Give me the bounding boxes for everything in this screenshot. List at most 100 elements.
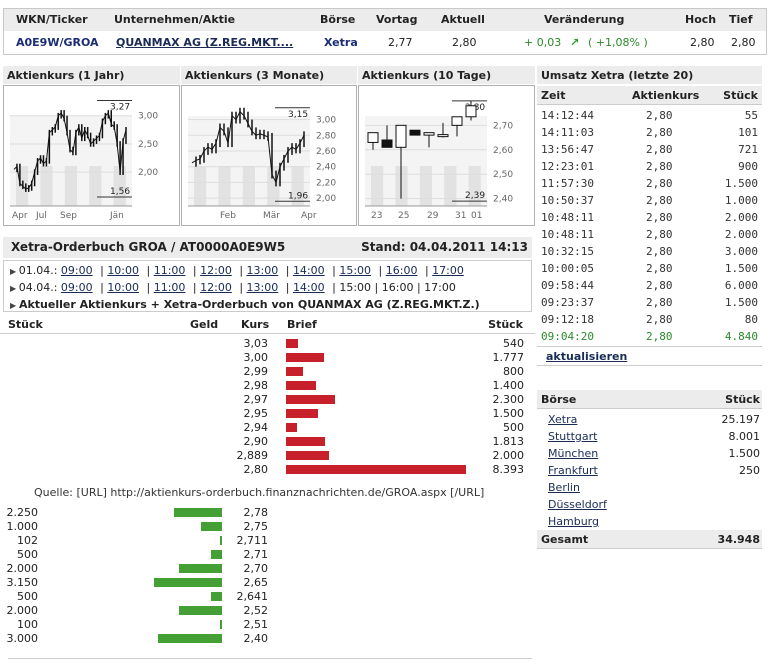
divider (8, 658, 532, 659)
arrow-up-right-icon: ↗ (570, 36, 580, 49)
trade-time: 09:58:44 (541, 279, 594, 292)
trade-qty: 4.840 (724, 330, 758, 343)
col-high: Hoch (685, 13, 717, 26)
bid-price: 2,51 (243, 618, 269, 631)
trade-row: 09:58:44 2,80 6.000 (537, 277, 762, 294)
trade-row: 10:48:11 2,80 2.000 (537, 226, 762, 243)
trade-time: 13:56:47 (541, 143, 594, 156)
exchange-row: Düsseldorf (537, 496, 762, 513)
trade-time: 10:00:05 (541, 262, 594, 275)
orderbook-source: Quelle: [URL] http://aktienkurs-orderbuc… (34, 486, 485, 499)
trade-time: 11:57:30 (541, 177, 594, 190)
ask-bar (286, 339, 298, 348)
trade-row: 12:23:01 2,80 900 (537, 158, 762, 175)
trade-price: 2,80 (646, 245, 673, 258)
ask-price: 2,94 (243, 421, 269, 434)
ask-price: 2,97 (243, 393, 269, 406)
exchange-qty: 25.197 (721, 413, 761, 426)
ask-qty: 1.777 (492, 351, 525, 364)
ask-price: 2,95 (243, 407, 269, 420)
trade-row: 10:50:37 2,80 1.000 (537, 192, 762, 209)
bid-price: 2,78 (243, 506, 269, 519)
trade-time: 14:11:03 (541, 126, 594, 139)
trade-price: 2,80 (646, 228, 673, 241)
ask-bar (286, 465, 466, 474)
bid-row: 100 2,51 (0, 618, 535, 632)
exchange-qty: 1.500 (728, 447, 761, 460)
trade-time: 09:23:37 (541, 296, 594, 309)
ask-qty: 2.000 (492, 449, 525, 462)
exchange-link[interactable]: Hamburg (548, 515, 599, 528)
trade-time: 14:12:44 (541, 109, 594, 122)
exchange-link[interactable]: Frankfurt (548, 464, 598, 477)
bid-qty: 3.150 (6, 576, 39, 589)
exchange-link[interactable]: Düsseldorf (548, 498, 607, 511)
ask-price: 2,98 (243, 379, 269, 392)
ask-price: 3,03 (243, 337, 269, 350)
trade-qty: 80 (744, 313, 758, 326)
trade-qty: 3.000 (724, 245, 758, 258)
bid-price: 2,641 (236, 590, 269, 603)
bid-price: 2,71 (243, 548, 269, 561)
refresh-link[interactable]: aktualisieren (546, 350, 627, 363)
col-qty: Stück (725, 393, 760, 406)
trade-price: 2,80 (646, 211, 673, 224)
trade-price: 2,80 (646, 313, 673, 326)
trade-time: 10:48:11 (541, 228, 594, 241)
trade-row: 10:32:15 2,80 3.000 (537, 243, 762, 260)
bid-price: 2,52 (243, 604, 269, 617)
bid-bar (219, 620, 222, 629)
bid-row: 3.150 2,65 (0, 576, 535, 590)
refresh-row: aktualisieren (537, 346, 762, 366)
trade-time: 10:32:15 (541, 245, 594, 258)
exchange-qty: 8.001 (728, 430, 761, 443)
bid-qty: 1.000 (6, 520, 39, 533)
ask-row: 2,99 800 (0, 365, 535, 379)
bid-row: 102 2,711 (0, 534, 535, 548)
bid-qty: 3.000 (6, 632, 39, 645)
trade-price: 2,80 (646, 143, 673, 156)
trade-row: 09:23:37 2,80 1.500 (537, 294, 762, 311)
ask-bar (286, 409, 319, 418)
bid-bar (154, 578, 222, 587)
bid-bar (219, 536, 222, 545)
exchange-link[interactable]: Xetra (548, 413, 577, 426)
exchange-link[interactable]: Stuttgart (548, 430, 597, 443)
bid-qty: 500 (17, 590, 38, 603)
bid-price: 2,70 (243, 562, 269, 575)
ask-qty: 1.813 (492, 435, 525, 448)
bid-price: 2,75 (243, 520, 269, 533)
ask-row: 2,889 2.000 (0, 449, 535, 463)
exchange-link[interactable]: München (548, 447, 598, 460)
trades-header: Zeit Aktienkurs Stück (537, 86, 762, 105)
ask-row: 3,03 540 (0, 337, 535, 351)
bid-bar (211, 592, 222, 601)
bid-bar (179, 606, 222, 615)
bid-row: 2.000 2,52 (0, 604, 535, 618)
ask-row: 3,00 1.777 (0, 351, 535, 365)
col-low: Tief (729, 13, 753, 26)
ask-qty: 1.500 (492, 407, 525, 420)
trade-qty: 6.000 (724, 279, 758, 292)
bid-qty: 2.250 (6, 506, 39, 519)
exchanges-header: Börse Stück (537, 390, 762, 409)
trade-qty: 101 (738, 126, 758, 139)
bid-qty: 102 (17, 534, 38, 547)
trade-qty: 1.500 (724, 177, 758, 190)
bid-row: 2.000 2,70 (0, 562, 535, 576)
ask-qty: 540 (503, 337, 524, 350)
ask-row: 2,90 1.813 (0, 435, 535, 449)
trade-time: 09:04:20 (541, 330, 594, 343)
trade-row: 13:56:47 2,80 721 (537, 141, 762, 158)
bid-row: 500 2,641 (0, 590, 535, 604)
bid-row: 1.000 2,75 (0, 520, 535, 534)
trade-time: 10:48:11 (541, 211, 594, 224)
ask-bar (286, 437, 325, 446)
total-label: Gesamt (541, 533, 589, 546)
bid-qty: 2.000 (6, 562, 39, 575)
exchange-link[interactable]: Berlin (548, 481, 580, 494)
trades-panel: Umsatz Xetra (letzte 20) Zeit Aktienkurs… (537, 66, 762, 366)
bid-price: 2,711 (236, 534, 269, 547)
trade-row: 14:12:44 2,80 55 (537, 107, 762, 124)
ask-qty: 800 (503, 365, 524, 378)
